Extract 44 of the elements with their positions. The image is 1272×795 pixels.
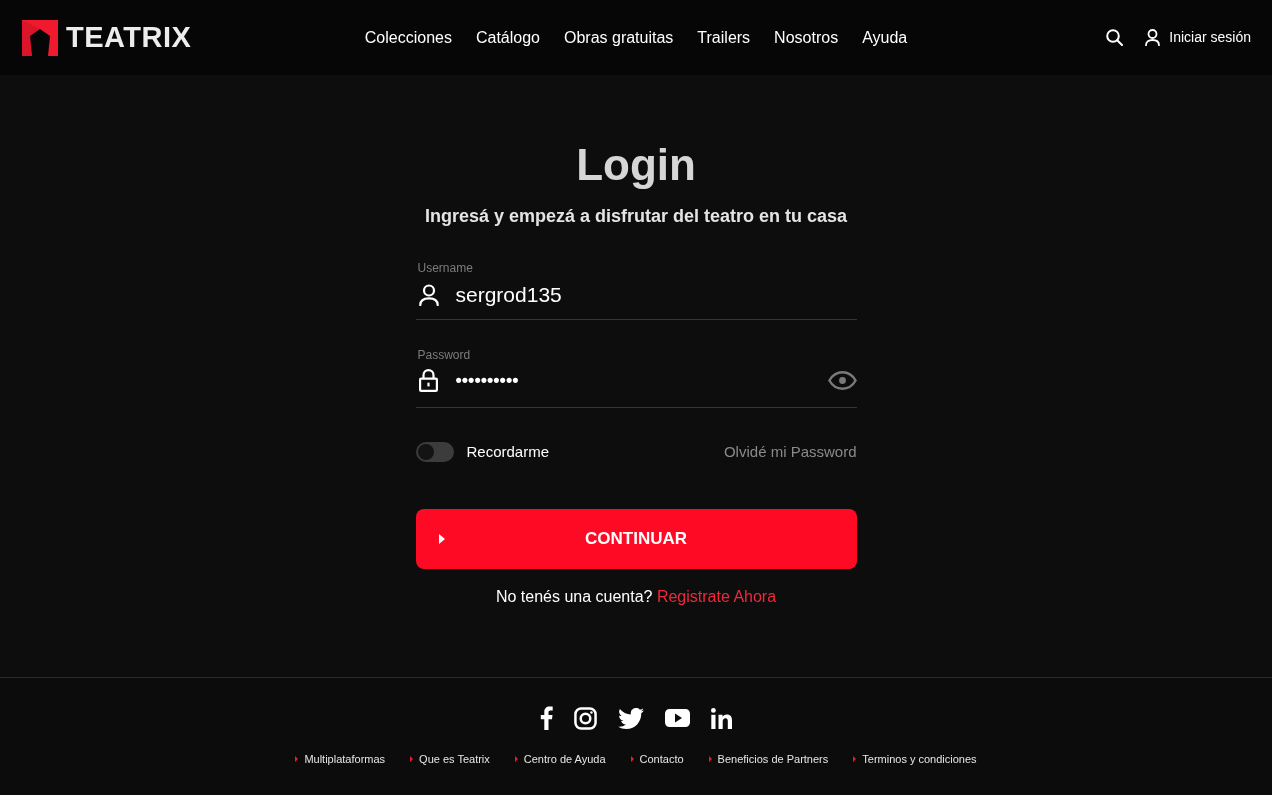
- caret-icon: [853, 756, 857, 762]
- play-icon: [438, 534, 445, 544]
- remember-label: Recordarme: [466, 441, 550, 462]
- footer-link[interactable]: Que es Teatrix: [410, 751, 490, 767]
- lock-icon: [418, 369, 438, 392]
- instagram-icon[interactable]: [574, 706, 597, 730]
- youtube-icon[interactable]: [665, 709, 690, 727]
- brand-name: TEATRIX: [66, 23, 192, 52]
- nav-link[interactable]: Obras gratuitas: [563, 25, 674, 50]
- eye-icon[interactable]: [827, 371, 857, 390]
- remember-toggle[interactable]: [415, 442, 454, 462]
- username-field[interactable]: sergrod135: [415, 276, 857, 320]
- footer-link[interactable]: Contacto: [630, 751, 684, 767]
- linkedin-icon[interactable]: [711, 707, 732, 729]
- footer-link[interactable]: Terminos y condiciones: [853, 751, 977, 767]
- nav-link[interactable]: Trailers: [697, 25, 751, 50]
- continue-button[interactable]: CONTINUAR: [415, 509, 857, 569]
- search-icon[interactable]: [1106, 29, 1124, 46]
- nav-link[interactable]: Ayuda: [862, 25, 908, 50]
- caret-icon: [708, 756, 712, 762]
- footer-link[interactable]: Beneficios de Partners: [708, 751, 829, 767]
- page-subtitle: Ingresá y empezá a disfrutar del teatro en tu casa: [424, 205, 848, 228]
- logo-icon[interactable]: [22, 19, 58, 56]
- register-link[interactable]: Registrate Ahora: [656, 588, 777, 605]
- register-prompt: No tenés una cuenta?: [495, 588, 653, 605]
- forgot-password-link[interactable]: Olvidé mi Password: [723, 440, 857, 464]
- caret-icon: [514, 756, 518, 762]
- nav-link[interactable]: Catálogo: [475, 25, 540, 50]
- field-label: Password: [416, 347, 472, 363]
- password-field[interactable]: ••••••••••: [415, 363, 857, 408]
- user-icon: [1145, 29, 1161, 46]
- nav-link[interactable]: Colecciones: [364, 25, 452, 50]
- caret-icon: [295, 756, 299, 762]
- nav-link[interactable]: Nosotros: [774, 25, 839, 50]
- page-title: Login: [576, 139, 696, 191]
- sign-in-link[interactable]: Iniciar sesión: [1145, 27, 1251, 48]
- footer-link[interactable]: Centro de Ayuda: [514, 751, 606, 767]
- user-icon: [418, 283, 439, 306]
- caret-icon: [630, 756, 634, 762]
- footer-link[interactable]: Multiplataformas: [295, 751, 386, 767]
- field-label: Username: [416, 260, 474, 276]
- twitter-icon[interactable]: [618, 707, 644, 729]
- caret-icon: [410, 756, 414, 762]
- facebook-icon[interactable]: [540, 706, 553, 730]
